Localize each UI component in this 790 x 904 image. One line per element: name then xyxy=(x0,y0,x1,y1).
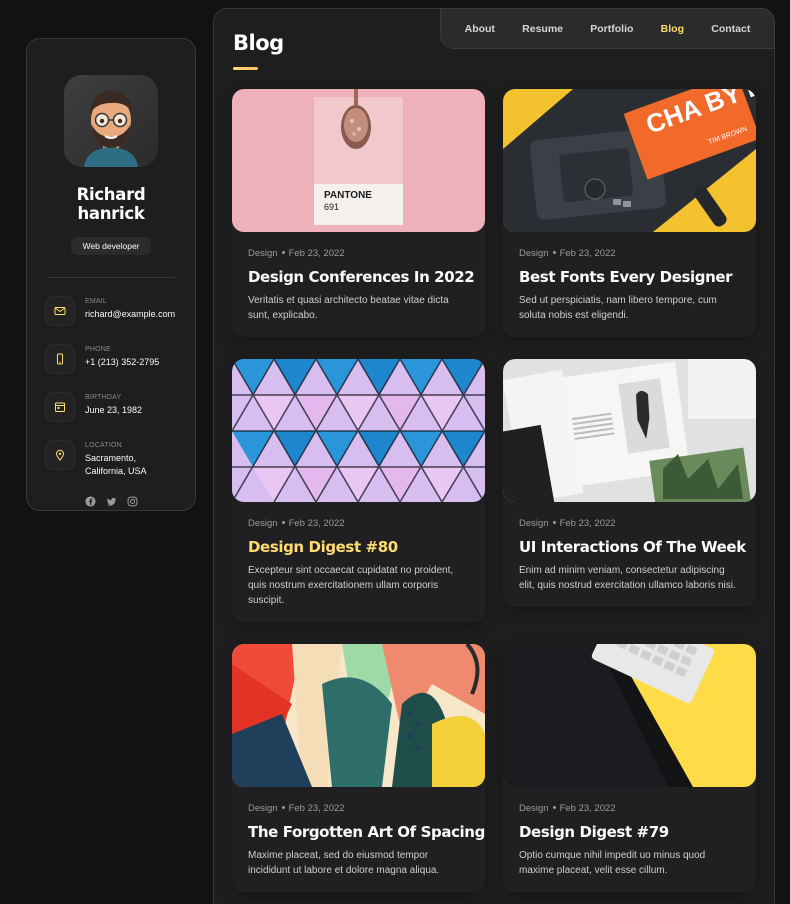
email-link[interactable]: richard@example.com xyxy=(85,308,175,321)
blog-card[interactable]: Design Feb 23, 2022 The Forgotten Art Of … xyxy=(232,644,485,892)
post-title[interactable]: UI Interactions Of The Week xyxy=(519,538,746,556)
nav-blog[interactable]: Blog xyxy=(661,23,684,35)
page-title: Blog xyxy=(233,31,284,55)
post-excerpt: Enim ad minim veniam, consectetur adipis… xyxy=(519,565,736,591)
blog-panel: About Resume Portfolio Blog Contact Blog… xyxy=(213,8,775,904)
nav-resume[interactable]: Resume xyxy=(522,23,563,35)
blog-card[interactable]: CHA BY DESIGN TIM BROWN DesignFeb 23, 20… xyxy=(503,89,756,337)
facebook-icon[interactable] xyxy=(84,496,96,507)
post-title[interactable]: Design Digest #80 xyxy=(248,538,469,556)
post-meta: Design Feb 23, 2022 xyxy=(248,803,345,814)
nav-about[interactable]: About xyxy=(465,23,495,35)
post-thumbnail-pantone[interactable]: PANTONE 691 xyxy=(232,89,485,232)
pantone-code-text: 691 xyxy=(324,202,339,212)
post-excerpt: Maxime placeat, sed do eiusmod tempor in… xyxy=(248,850,440,876)
profile-name: Richard hanrick xyxy=(76,185,146,223)
location-value: Sacramento, California, USA xyxy=(85,453,147,476)
post-thumbnail-abstract-art[interactable] xyxy=(232,644,485,787)
post-excerpt: Excepteur sint occaecat cupidatat no pro… xyxy=(248,565,454,606)
post-title[interactable]: Design Digest #79 xyxy=(519,823,740,841)
post-thumbnail-geometric[interactable] xyxy=(232,359,485,502)
phone-link[interactable]: +1 (213) 352-2795 xyxy=(85,356,159,369)
nav-contact[interactable]: Contact xyxy=(711,23,750,35)
blog-card[interactable]: Design Feb 23, 2022 Design Digest #80 Exc… xyxy=(232,359,485,622)
instagram-icon[interactable] xyxy=(127,496,138,507)
post-thumbnail-magazine-layout[interactable] xyxy=(503,359,756,502)
post-meta: Design Feb 23, 2022 xyxy=(519,803,616,814)
post-meta: Design Feb 23, 2022 xyxy=(519,518,616,529)
post-title[interactable]: Best Fonts Every Designer xyxy=(519,268,740,286)
contact-location: LOCATION Sacramento, California, USA xyxy=(43,440,179,478)
post-meta: Design Feb 23, 2022 xyxy=(519,248,616,259)
title-underline xyxy=(233,67,258,70)
divider xyxy=(47,277,175,278)
blog-card[interactable]: Design Feb 23, 2022 UI Interactions Of Th… xyxy=(503,359,756,607)
pantone-brand-text: PANTONE xyxy=(324,190,372,201)
birthday-label: BIRTHDAY xyxy=(85,394,122,401)
memoji-avatar-image xyxy=(84,91,138,167)
role-badge: Web developer xyxy=(71,237,151,255)
post-excerpt: Optio cumque nihil impedit uo minus quod… xyxy=(519,850,706,876)
nav-portfolio[interactable]: Portfolio xyxy=(590,23,633,35)
post-excerpt: Sed ut perspiciatis, nam libero tempore,… xyxy=(519,295,717,321)
post-title[interactable]: Design Conferences In 2022 xyxy=(248,268,475,286)
phone-icon xyxy=(45,344,75,374)
twitter-icon[interactable] xyxy=(106,496,117,507)
profile-sidebar: Richard hanrick Web developer EMAIL rich… xyxy=(26,38,196,511)
social-links xyxy=(43,496,179,507)
location-label: LOCATION xyxy=(85,442,122,449)
post-title[interactable]: The Forgotten Art Of Spacing xyxy=(248,823,485,841)
calendar-icon xyxy=(45,392,75,422)
contact-birthday: BIRTHDAY June 23, 1982 xyxy=(43,392,179,422)
email-label: EMAIL xyxy=(85,298,108,305)
contact-email: EMAIL richard@example.com xyxy=(43,296,179,326)
mail-icon xyxy=(45,296,75,326)
avatar xyxy=(64,75,158,167)
blog-card[interactable]: PANTONE 691 Design Feb 23, 2022 Design Co… xyxy=(232,89,485,337)
post-thumbnail-design-book[interactable]: CHA BY DESIGN TIM BROWN xyxy=(503,89,756,232)
contact-phone: PHONE +1 (213) 352-2795 xyxy=(43,344,179,374)
post-meta: Design Feb 23, 2022 xyxy=(248,248,345,259)
top-navbar: About Resume Portfolio Blog Contact xyxy=(440,8,775,49)
location-icon xyxy=(45,440,75,470)
post-excerpt: Veritatis et quasi architecto beatae vit… xyxy=(248,295,449,321)
birthday-value: June 23, 1982 xyxy=(85,405,143,415)
blog-card[interactable]: Design Feb 23, 2022 Design Digest #79 Opt… xyxy=(503,644,756,892)
post-thumbnail-keyboard[interactable] xyxy=(503,644,756,787)
post-meta: Design Feb 23, 2022 xyxy=(248,518,345,529)
phone-label: PHONE xyxy=(85,346,111,353)
